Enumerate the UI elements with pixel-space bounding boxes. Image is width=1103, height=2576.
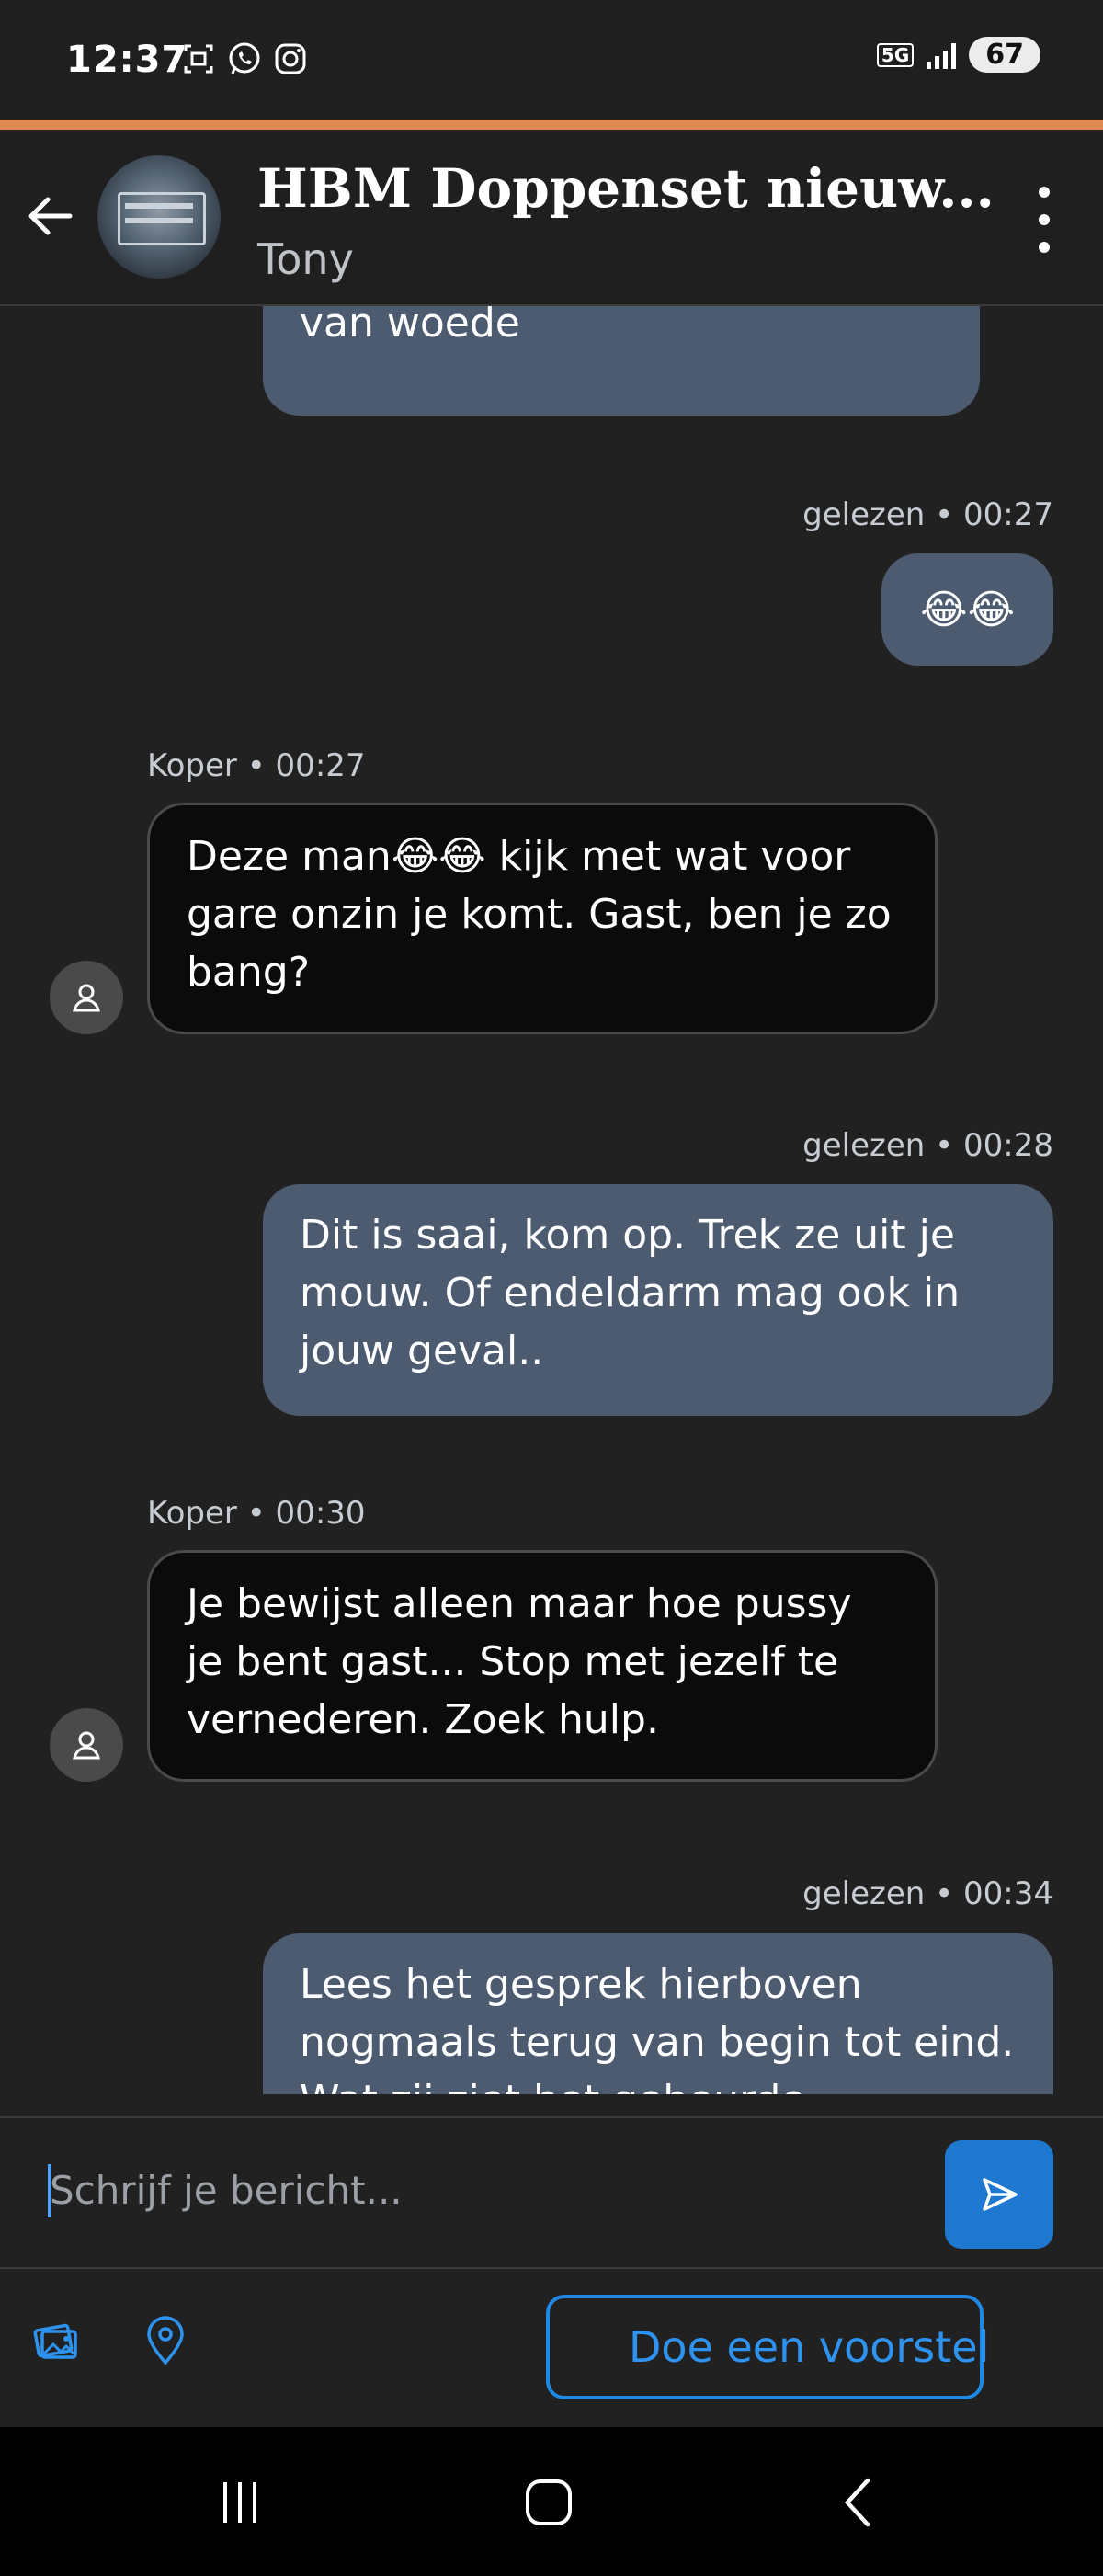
whatsapp-icon	[229, 42, 260, 74]
instagram-icon	[275, 43, 306, 74]
message-text: is geworden. Je zal wel koken van woede	[300, 306, 520, 347]
location-button[interactable]	[136, 2311, 195, 2370]
message-list[interactable]: is geworden. Je zal wel koken van woede …	[0, 306, 1103, 2094]
photo-button[interactable]	[26, 2311, 85, 2370]
make-offer-button[interactable]: Doe een voorstel	[546, 2295, 989, 2399]
send-icon	[983, 2178, 1018, 2211]
chat-header: HBM Doppenset nieuw... Tony	[0, 130, 1103, 306]
message-text: 😂😂	[920, 586, 1015, 633]
arrow-left-icon	[28, 197, 73, 235]
status-notification-icons	[180, 40, 309, 77]
message-text: Je bewijst alleen maar hoe pussy je bent…	[187, 1580, 852, 1743]
status-time: 12:37	[66, 39, 188, 81]
message-text: Dit is saai, kom op. Trek ze uit je mouw…	[300, 1212, 961, 1374]
message-bubble-incoming: Je bewijst alleen maar hoe pussy je bent…	[147, 1550, 938, 1782]
back-button[interactable]	[17, 183, 83, 249]
message-bubble-outgoing: Dit is saai, kom op. Trek ze uit je mouw…	[263, 1184, 1053, 1416]
chevron-left-icon	[844, 2478, 870, 2527]
message-bubble-incoming: Deze man😂😂 kijk met wat voor gare onzin …	[147, 803, 938, 1034]
back-nav-button[interactable]	[816, 2473, 899, 2532]
home-button[interactable]	[507, 2473, 590, 2532]
make-offer-label: Doe een voorstel	[629, 2322, 990, 2372]
chat-title[interactable]: HBM Doppenset nieuw...	[257, 157, 995, 220]
status-right-icons: 5G 67	[876, 37, 1040, 73]
status-bar: 12:37 5G 67	[0, 0, 1103, 120]
more-options-button[interactable]	[1033, 187, 1055, 253]
send-button[interactable]	[945, 2140, 1053, 2249]
listing-thumbnail[interactable]	[97, 155, 221, 279]
battery-level: 67	[969, 37, 1040, 73]
action-bar: Doe een voorstel	[0, 2269, 1103, 2427]
more-vertical-icon	[1039, 187, 1050, 198]
message-bubble-outgoing: Lees het gesprek hierboven nogmaals teru…	[263, 1933, 1053, 2094]
message-bubble-outgoing: is geworden. Je zal wel koken van woede	[263, 306, 980, 416]
sender-avatar	[50, 961, 123, 1034]
message-text: Lees het gesprek hierboven nogmaals teru…	[300, 1961, 1015, 2094]
message-meta: Koper • 00:27	[147, 747, 366, 784]
screenshot-icon	[184, 44, 213, 74]
map-pin-icon	[147, 2316, 184, 2365]
message-meta: gelezen • 00:28	[802, 1127, 1053, 1164]
accent-divider	[0, 120, 1103, 130]
user-icon	[73, 1731, 100, 1760]
recent-apps-icon	[223, 2482, 256, 2523]
message-meta: Koper • 00:30	[147, 1495, 366, 1532]
system-navigation-bar	[0, 2427, 1103, 2576]
message-composer: Schrijf je bericht...	[0, 2116, 1103, 2269]
recent-apps-button[interactable]	[199, 2473, 281, 2532]
message-input[interactable]: Schrijf je bericht...	[50, 2168, 403, 2213]
user-icon	[73, 984, 100, 1012]
message-meta: gelezen • 00:34	[802, 1875, 1053, 1912]
home-icon	[526, 2479, 572, 2525]
images-icon	[33, 2323, 77, 2359]
signal-icon	[927, 41, 957, 69]
message-bubble-outgoing: 😂😂	[881, 553, 1053, 666]
chat-partner-name: Tony	[257, 234, 354, 284]
message-text: Deze man😂😂 kijk met wat voor gare onzin …	[187, 833, 892, 996]
sender-avatar	[50, 1708, 123, 1782]
network-type: 5G	[876, 42, 915, 67]
message-meta: gelezen • 00:27	[802, 496, 1053, 533]
